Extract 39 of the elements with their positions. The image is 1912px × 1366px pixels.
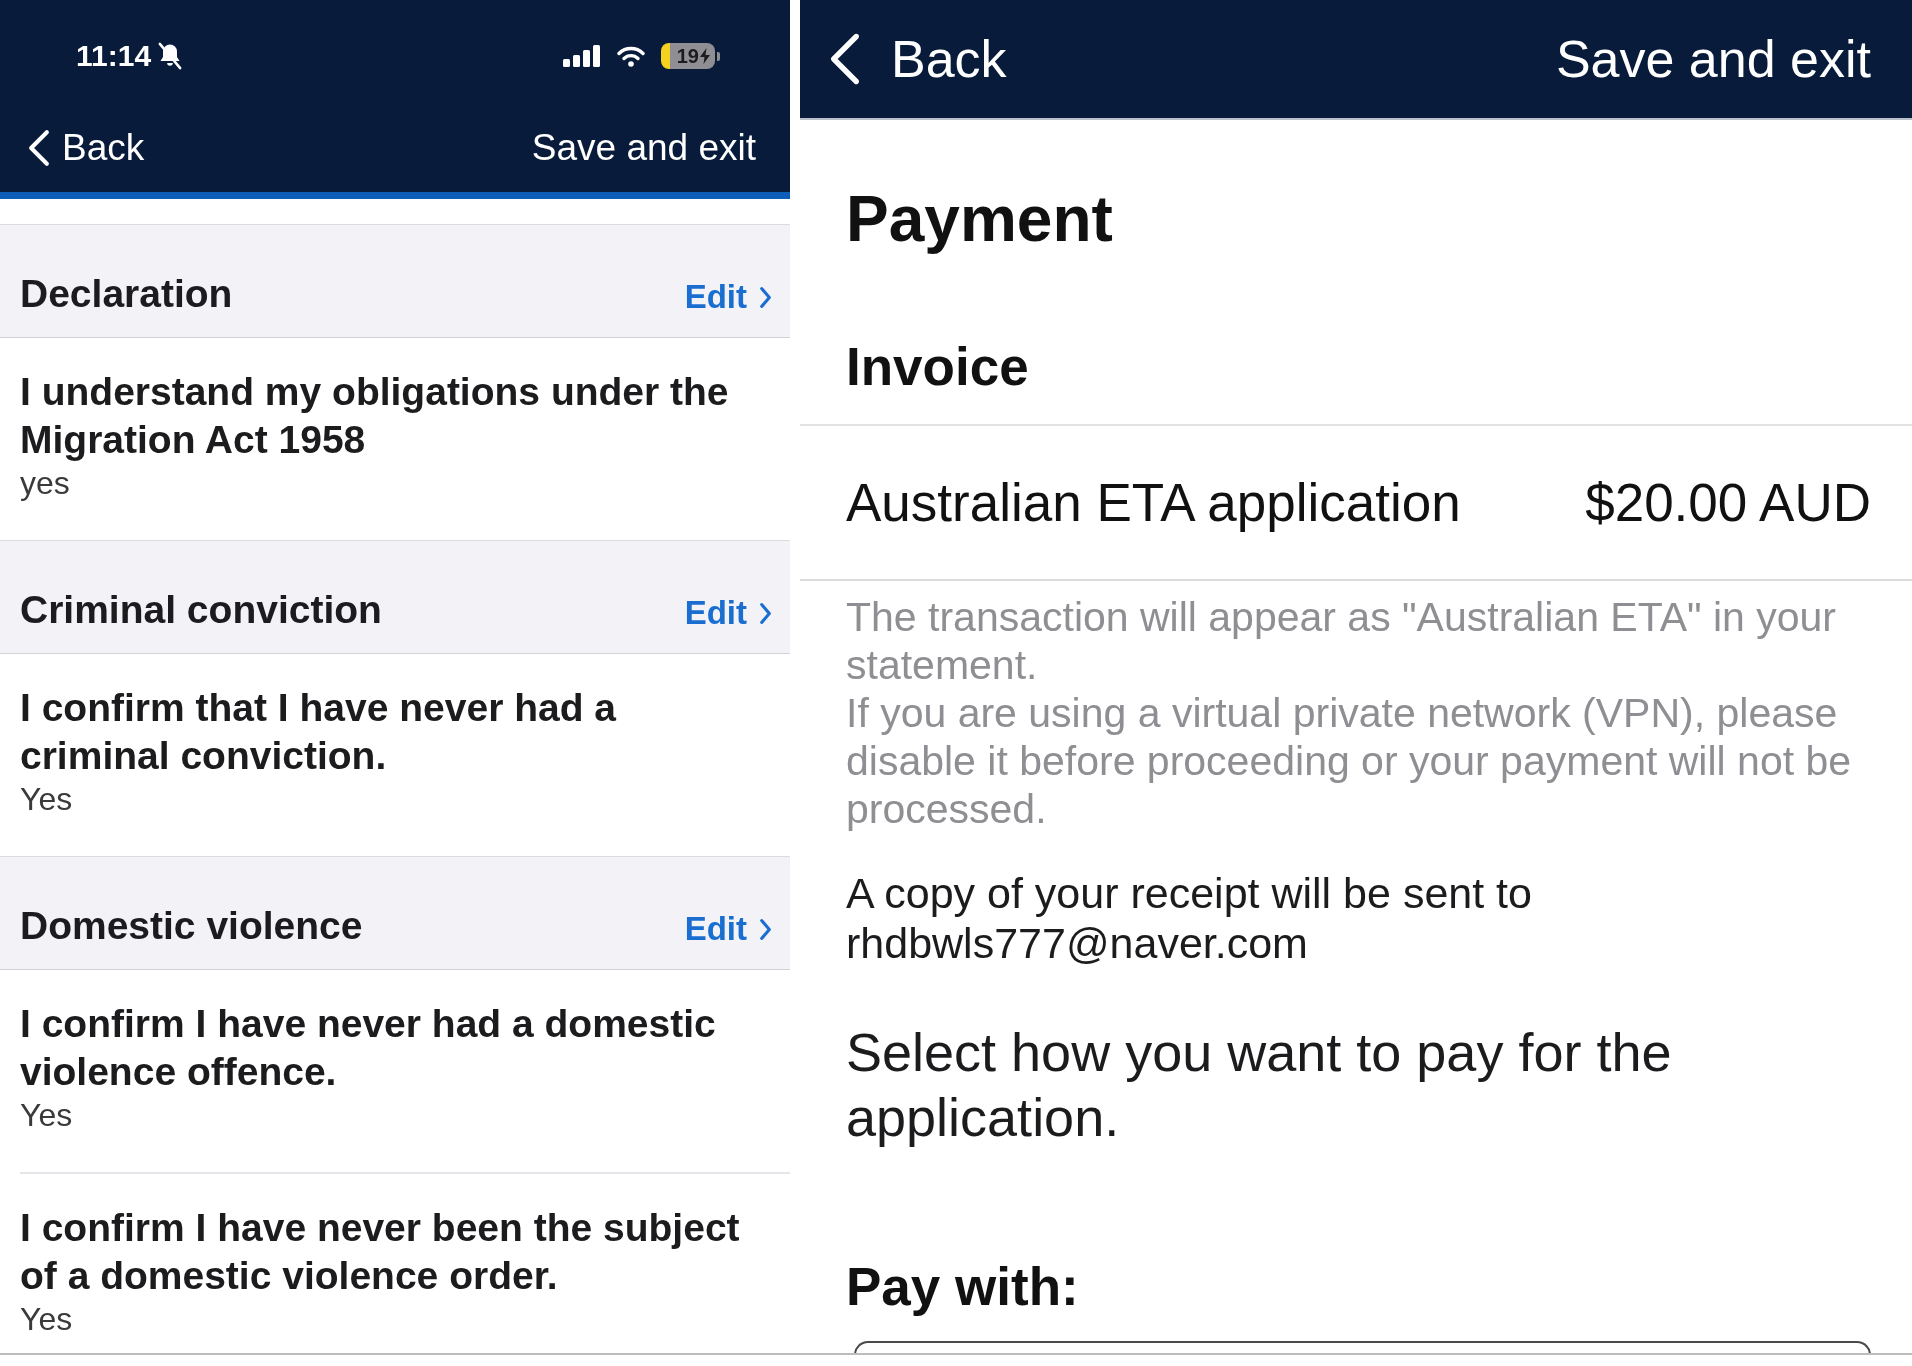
answer-text: Yes xyxy=(20,1096,74,1134)
chevron-right-icon xyxy=(759,601,772,625)
receipt-note: A copy of your receipt will be sent to rhdbwls777@naver.com xyxy=(846,868,1533,968)
section-title: Declaration xyxy=(20,271,233,317)
signal-bars-icon xyxy=(563,45,601,67)
instruction-text: Select how you want to pay for the application. xyxy=(846,1021,1673,1149)
save-and-exit-button[interactable]: Save and exit xyxy=(1555,28,1871,90)
status-time: 11:14 xyxy=(76,38,152,74)
line-item-amount: $20.00 AUD xyxy=(1585,472,1871,534)
pay-with-label: Pay with: xyxy=(846,1256,1080,1318)
notice-text: The transaction will appear as "Australian ETA" in your statement. xyxy=(846,593,1838,689)
notice-text: If you are using a virtual private network (VPN), please disable it before proceeding or your payment will not be processed. xyxy=(846,689,1853,833)
bell-slash-icon xyxy=(157,42,184,70)
save-and-exit-button[interactable]: Save and exit xyxy=(531,126,756,170)
battery-percentage: 19 xyxy=(676,44,699,68)
wifi-icon xyxy=(617,45,645,67)
answer-text: Yes xyxy=(20,780,74,818)
answer-text: yes xyxy=(20,464,71,502)
answer-text: Yes xyxy=(20,1300,74,1338)
question-text: I confirm I have never had a domestic violence offence. xyxy=(20,1001,717,1095)
question-text: I confirm I have never been the subject of a domestic violence order. xyxy=(20,1205,741,1299)
edit-link[interactable]: Edit xyxy=(684,277,772,317)
page-title: Payment xyxy=(846,182,1114,257)
back-button[interactable]: Back xyxy=(829,28,1007,90)
chevron-right-icon xyxy=(759,285,772,309)
option-card[interactable] xyxy=(854,1341,1871,1353)
section-heading: Invoice xyxy=(846,336,1030,398)
edit-link[interactable]: Edit xyxy=(684,593,772,633)
back-button[interactable]: Back xyxy=(28,126,145,170)
section-title: Criminal conviction xyxy=(20,587,382,633)
bolt-icon xyxy=(700,48,710,64)
chevron-left-icon xyxy=(28,129,50,167)
section-title: Domestic violence xyxy=(20,903,363,949)
question-text: I confirm that I have never had a criminal conviction. xyxy=(20,685,618,779)
chevron-left-icon xyxy=(829,32,861,86)
question-text: I understand my obligations under the Migration Act 1958 xyxy=(20,369,730,463)
edit-link[interactable]: Edit xyxy=(684,909,772,949)
chevron-right-icon xyxy=(759,917,772,941)
line-item-description: Australian ETA application xyxy=(846,472,1461,534)
